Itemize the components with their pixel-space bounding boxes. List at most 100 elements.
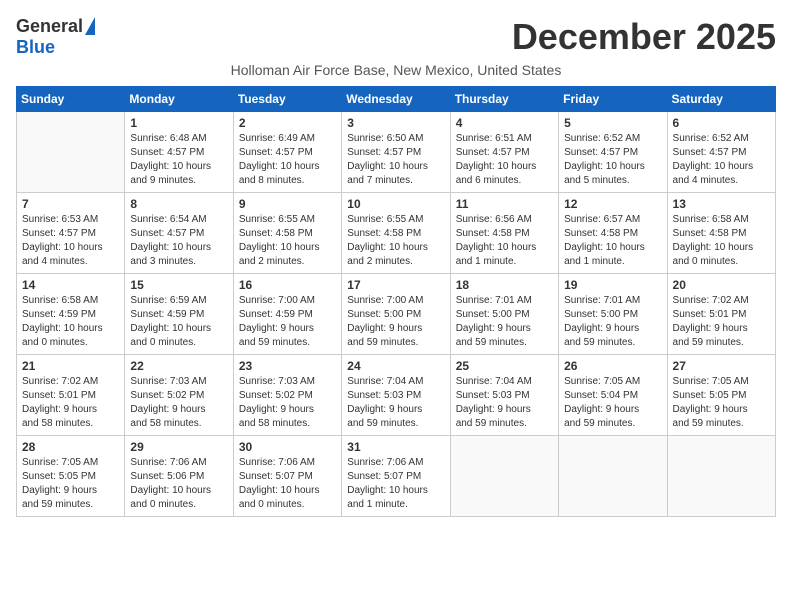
location-subtitle: Holloman Air Force Base, New Mexico, Uni… [16,62,776,78]
day-number: 16 [239,278,336,292]
calendar-cell: 26 Sunrise: 7:05 AM Sunset: 5:04 PM Dayli… [559,355,667,436]
logo-general: General [16,16,83,37]
calendar-cell: 13 Sunrise: 6:58 AM Sunset: 4:58 PM Dayli… [667,193,775,274]
calendar-cell: 29 Sunrise: 7:06 AM Sunset: 5:06 PM Dayli… [125,436,233,517]
day-info: Sunrise: 6:53 AM Sunset: 4:57 PM Dayligh… [22,213,119,269]
day-info: Sunrise: 7:00 AM Sunset: 4:59 PM Dayligh… [239,294,336,350]
calendar-cell [559,436,667,517]
calendar-week-row: 28 Sunrise: 7:05 AM Sunset: 5:05 PM Dayli… [17,436,776,517]
calendar-cell: 17 Sunrise: 7:00 AM Sunset: 5:00 PM Dayli… [342,274,450,355]
calendar-cell: 21 Sunrise: 7:02 AM Sunset: 5:01 PM Dayli… [17,355,125,436]
day-number: 27 [673,359,770,373]
day-number: 6 [673,116,770,130]
month-title: December 2025 [512,16,776,58]
day-number: 18 [456,278,553,292]
day-info: Sunrise: 7:06 AM Sunset: 5:06 PM Dayligh… [130,456,227,512]
calendar-cell: 15 Sunrise: 6:59 AM Sunset: 4:59 PM Dayli… [125,274,233,355]
day-info: Sunrise: 7:05 AM Sunset: 5:04 PM Dayligh… [564,375,661,431]
column-header-monday: Monday [125,87,233,112]
column-header-wednesday: Wednesday [342,87,450,112]
calendar-cell: 14 Sunrise: 6:58 AM Sunset: 4:59 PM Dayli… [17,274,125,355]
day-number: 10 [347,197,444,211]
day-info: Sunrise: 6:58 AM Sunset: 4:58 PM Dayligh… [673,213,770,269]
day-info: Sunrise: 7:00 AM Sunset: 5:00 PM Dayligh… [347,294,444,350]
calendar-cell: 28 Sunrise: 7:05 AM Sunset: 5:05 PM Dayli… [17,436,125,517]
day-info: Sunrise: 6:55 AM Sunset: 4:58 PM Dayligh… [347,213,444,269]
day-info: Sunrise: 7:04 AM Sunset: 5:03 PM Dayligh… [456,375,553,431]
day-info: Sunrise: 6:55 AM Sunset: 4:58 PM Dayligh… [239,213,336,269]
day-number: 26 [564,359,661,373]
day-number: 20 [673,278,770,292]
day-number: 19 [564,278,661,292]
calendar-body: 1Sunrise: 6:48 AM Sunset: 4:57 PM Daylig… [17,112,776,517]
day-info: Sunrise: 6:49 AM Sunset: 4:57 PM Dayligh… [239,132,336,188]
day-number: 11 [456,197,553,211]
day-info: Sunrise: 6:56 AM Sunset: 4:58 PM Dayligh… [456,213,553,269]
day-info: Sunrise: 6:59 AM Sunset: 4:59 PM Dayligh… [130,294,227,350]
column-header-saturday: Saturday [667,87,775,112]
day-number: 22 [130,359,227,373]
calendar-cell: 27 Sunrise: 7:05 AM Sunset: 5:05 PM Dayli… [667,355,775,436]
day-number: 21 [22,359,119,373]
calendar-cell: 9 Sunrise: 6:55 AM Sunset: 4:58 PM Daylig… [233,193,341,274]
column-header-friday: Friday [559,87,667,112]
day-info: Sunrise: 6:54 AM Sunset: 4:57 PM Dayligh… [130,213,227,269]
day-number: 15 [130,278,227,292]
calendar-header-row: SundayMondayTuesdayWednesdayThursdayFrid… [17,87,776,112]
day-info: Sunrise: 7:06 AM Sunset: 5:07 PM Dayligh… [347,456,444,512]
day-info: Sunrise: 6:50 AM Sunset: 4:57 PM Dayligh… [347,132,444,188]
day-number: 29 [130,440,227,454]
day-info: Sunrise: 6:52 AM Sunset: 4:57 PM Dayligh… [564,132,661,188]
day-info: Sunrise: 7:05 AM Sunset: 5:05 PM Dayligh… [673,375,770,431]
day-info: Sunrise: 6:57 AM Sunset: 4:58 PM Dayligh… [564,213,661,269]
day-number: 30 [239,440,336,454]
day-info: Sunrise: 7:01 AM Sunset: 5:00 PM Dayligh… [564,294,661,350]
day-number: 25 [456,359,553,373]
calendar-cell: 19 Sunrise: 7:01 AM Sunset: 5:00 PM Dayli… [559,274,667,355]
day-info: Sunrise: 6:58 AM Sunset: 4:59 PM Dayligh… [22,294,119,350]
day-number: 7 [22,197,119,211]
calendar-cell: 5 Sunrise: 6:52 AM Sunset: 4:57 PM Daylig… [559,112,667,193]
day-info: Sunrise: 6:52 AM Sunset: 4:57 PM Dayligh… [673,132,770,188]
calendar-cell: 25 Sunrise: 7:04 AM Sunset: 5:03 PM Dayli… [450,355,558,436]
calendar-cell: 24 Sunrise: 7:04 AM Sunset: 5:03 PM Dayli… [342,355,450,436]
calendar-week-row: 7 Sunrise: 6:53 AM Sunset: 4:57 PM Daylig… [17,193,776,274]
calendar-cell: 23Sunrise: 7:03 AM Sunset: 5:02 PM Dayli… [233,355,341,436]
logo-blue: Blue [16,37,55,58]
calendar-cell: 20 Sunrise: 7:02 AM Sunset: 5:01 PM Dayli… [667,274,775,355]
column-header-tuesday: Tuesday [233,87,341,112]
calendar-week-row: 1Sunrise: 6:48 AM Sunset: 4:57 PM Daylig… [17,112,776,193]
page-header: General Blue December 2025 [16,16,776,58]
day-number: 3 [347,116,444,130]
column-header-thursday: Thursday [450,87,558,112]
day-info: Sunrise: 7:03 AM Sunset: 5:02 PM Dayligh… [239,375,336,431]
day-info: Sunrise: 7:02 AM Sunset: 5:01 PM Dayligh… [673,294,770,350]
day-number: 9 [239,197,336,211]
day-info: Sunrise: 7:02 AM Sunset: 5:01 PM Dayligh… [22,375,119,431]
day-number: 13 [673,197,770,211]
day-number: 24 [347,359,444,373]
day-info: Sunrise: 6:51 AM Sunset: 4:57 PM Dayligh… [456,132,553,188]
calendar-table: SundayMondayTuesdayWednesdayThursdayFrid… [16,86,776,517]
calendar-cell: 8 Sunrise: 6:54 AM Sunset: 4:57 PM Daylig… [125,193,233,274]
day-number: 8 [130,197,227,211]
day-number: 28 [22,440,119,454]
calendar-cell: 2Sunrise: 6:49 AM Sunset: 4:57 PM Daylig… [233,112,341,193]
day-number: 5 [564,116,661,130]
calendar-week-row: 14 Sunrise: 6:58 AM Sunset: 4:59 PM Dayli… [17,274,776,355]
day-number: 14 [22,278,119,292]
logo: General Blue [16,16,95,58]
day-number: 17 [347,278,444,292]
calendar-cell: 3 Sunrise: 6:50 AM Sunset: 4:57 PM Daylig… [342,112,450,193]
calendar-cell: 1Sunrise: 6:48 AM Sunset: 4:57 PM Daylig… [125,112,233,193]
calendar-cell: 6 Sunrise: 6:52 AM Sunset: 4:57 PM Daylig… [667,112,775,193]
calendar-cell: 10 Sunrise: 6:55 AM Sunset: 4:58 PM Dayli… [342,193,450,274]
day-number: 4 [456,116,553,130]
day-info: Sunrise: 7:04 AM Sunset: 5:03 PM Dayligh… [347,375,444,431]
day-number: 31 [347,440,444,454]
calendar-cell: 12Sunrise: 6:57 AM Sunset: 4:58 PM Dayli… [559,193,667,274]
day-info: Sunrise: 7:01 AM Sunset: 5:00 PM Dayligh… [456,294,553,350]
calendar-week-row: 21 Sunrise: 7:02 AM Sunset: 5:01 PM Dayli… [17,355,776,436]
day-info: Sunrise: 6:48 AM Sunset: 4:57 PM Dayligh… [130,132,227,188]
day-info: Sunrise: 7:05 AM Sunset: 5:05 PM Dayligh… [22,456,119,512]
